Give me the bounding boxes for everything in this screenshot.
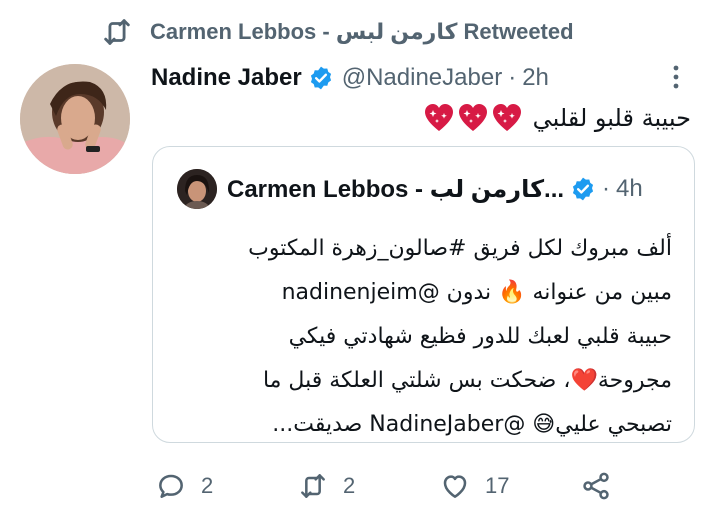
sparkling-heart-icon <box>458 104 487 131</box>
quoted-author-name: Carmen Lebbos - كارمن لب... <box>227 175 565 203</box>
author-name[interactable]: Nadine Jaber <box>151 64 302 92</box>
like-count: 17 <box>485 473 510 498</box>
avatar-image <box>20 64 130 174</box>
sparkling-heart-icon <box>492 104 521 131</box>
share-button[interactable] <box>580 466 612 506</box>
quoted-text-line: مجروحة❤️، ضحكت بس شلتي العلكة قبل ما <box>262 368 672 393</box>
emoji-group <box>423 103 523 133</box>
more-icon[interactable] <box>661 60 691 94</box>
quoted-avatar-image <box>177 169 217 209</box>
author-avatar[interactable] <box>20 64 130 174</box>
quoted-text-line: مبين من عنوانه 🔥 ندون @nadinenjeim <box>281 280 672 305</box>
quoted-text-line: حبيبة قلبي لعبك للدور فظيع شهادتي فيكي <box>288 324 672 349</box>
share-icon <box>583 472 609 500</box>
sparkling-heart-icon <box>424 104 453 131</box>
like-button[interactable]: 17 <box>439 466 509 506</box>
separator-dot: · <box>508 64 517 91</box>
quoted-tweet-time: 4h <box>616 175 643 202</box>
like-icon <box>443 475 467 498</box>
reply-icon <box>159 474 183 498</box>
retweet-icon <box>301 474 325 498</box>
author-handle[interactable]: @NadineJaber <box>342 64 502 92</box>
quoted-tweet-text: ألف مبروك لكل فريق #صالون_زهرة المكتوب م… <box>172 227 672 447</box>
retweet-context[interactable]: Carmen Lebbos - كارمن لبس Retweeted <box>100 14 574 50</box>
tweet-text: حبيبة قلبو لقلبي <box>151 98 691 138</box>
retweet-label: Carmen Lebbos - كارمن لبس Retweeted <box>150 19 574 44</box>
tweet-text-body: حبيبة قلبو لقلبي <box>532 104 691 132</box>
retweet-count: 2 <box>343 473 356 498</box>
separator-dot: · <box>602 175 611 202</box>
reply-button[interactable]: 2 <box>155 466 213 506</box>
reply-count: 2 <box>201 473 214 498</box>
quoted-tweet-header: Carmen Lebbos - كارمن لب... · 4h <box>177 167 677 211</box>
retweet-icon <box>104 19 130 45</box>
quoted-text-line: تصبحي عليي😅 @NadineJaber صديقت... <box>272 412 672 437</box>
tweet-actions: 2 2 17 <box>155 466 625 506</box>
verified-badge-icon <box>310 66 331 90</box>
verified-badge-icon <box>572 177 594 201</box>
tweet-time[interactable]: 2h <box>522 64 549 92</box>
quoted-author-avatar <box>177 169 217 209</box>
quoted-text-line: ألف مبروك لكل فريق #صالون_زهرة المكتوب <box>248 236 672 261</box>
tweet-header: Nadine Jaber @NadineJaber · 2h <box>151 58 691 98</box>
retweet-button[interactable]: 2 <box>297 466 355 506</box>
quoted-tweet-card[interactable]: Carmen Lebbos - كارمن لب... · 4h ألف مبر… <box>152 146 695 443</box>
